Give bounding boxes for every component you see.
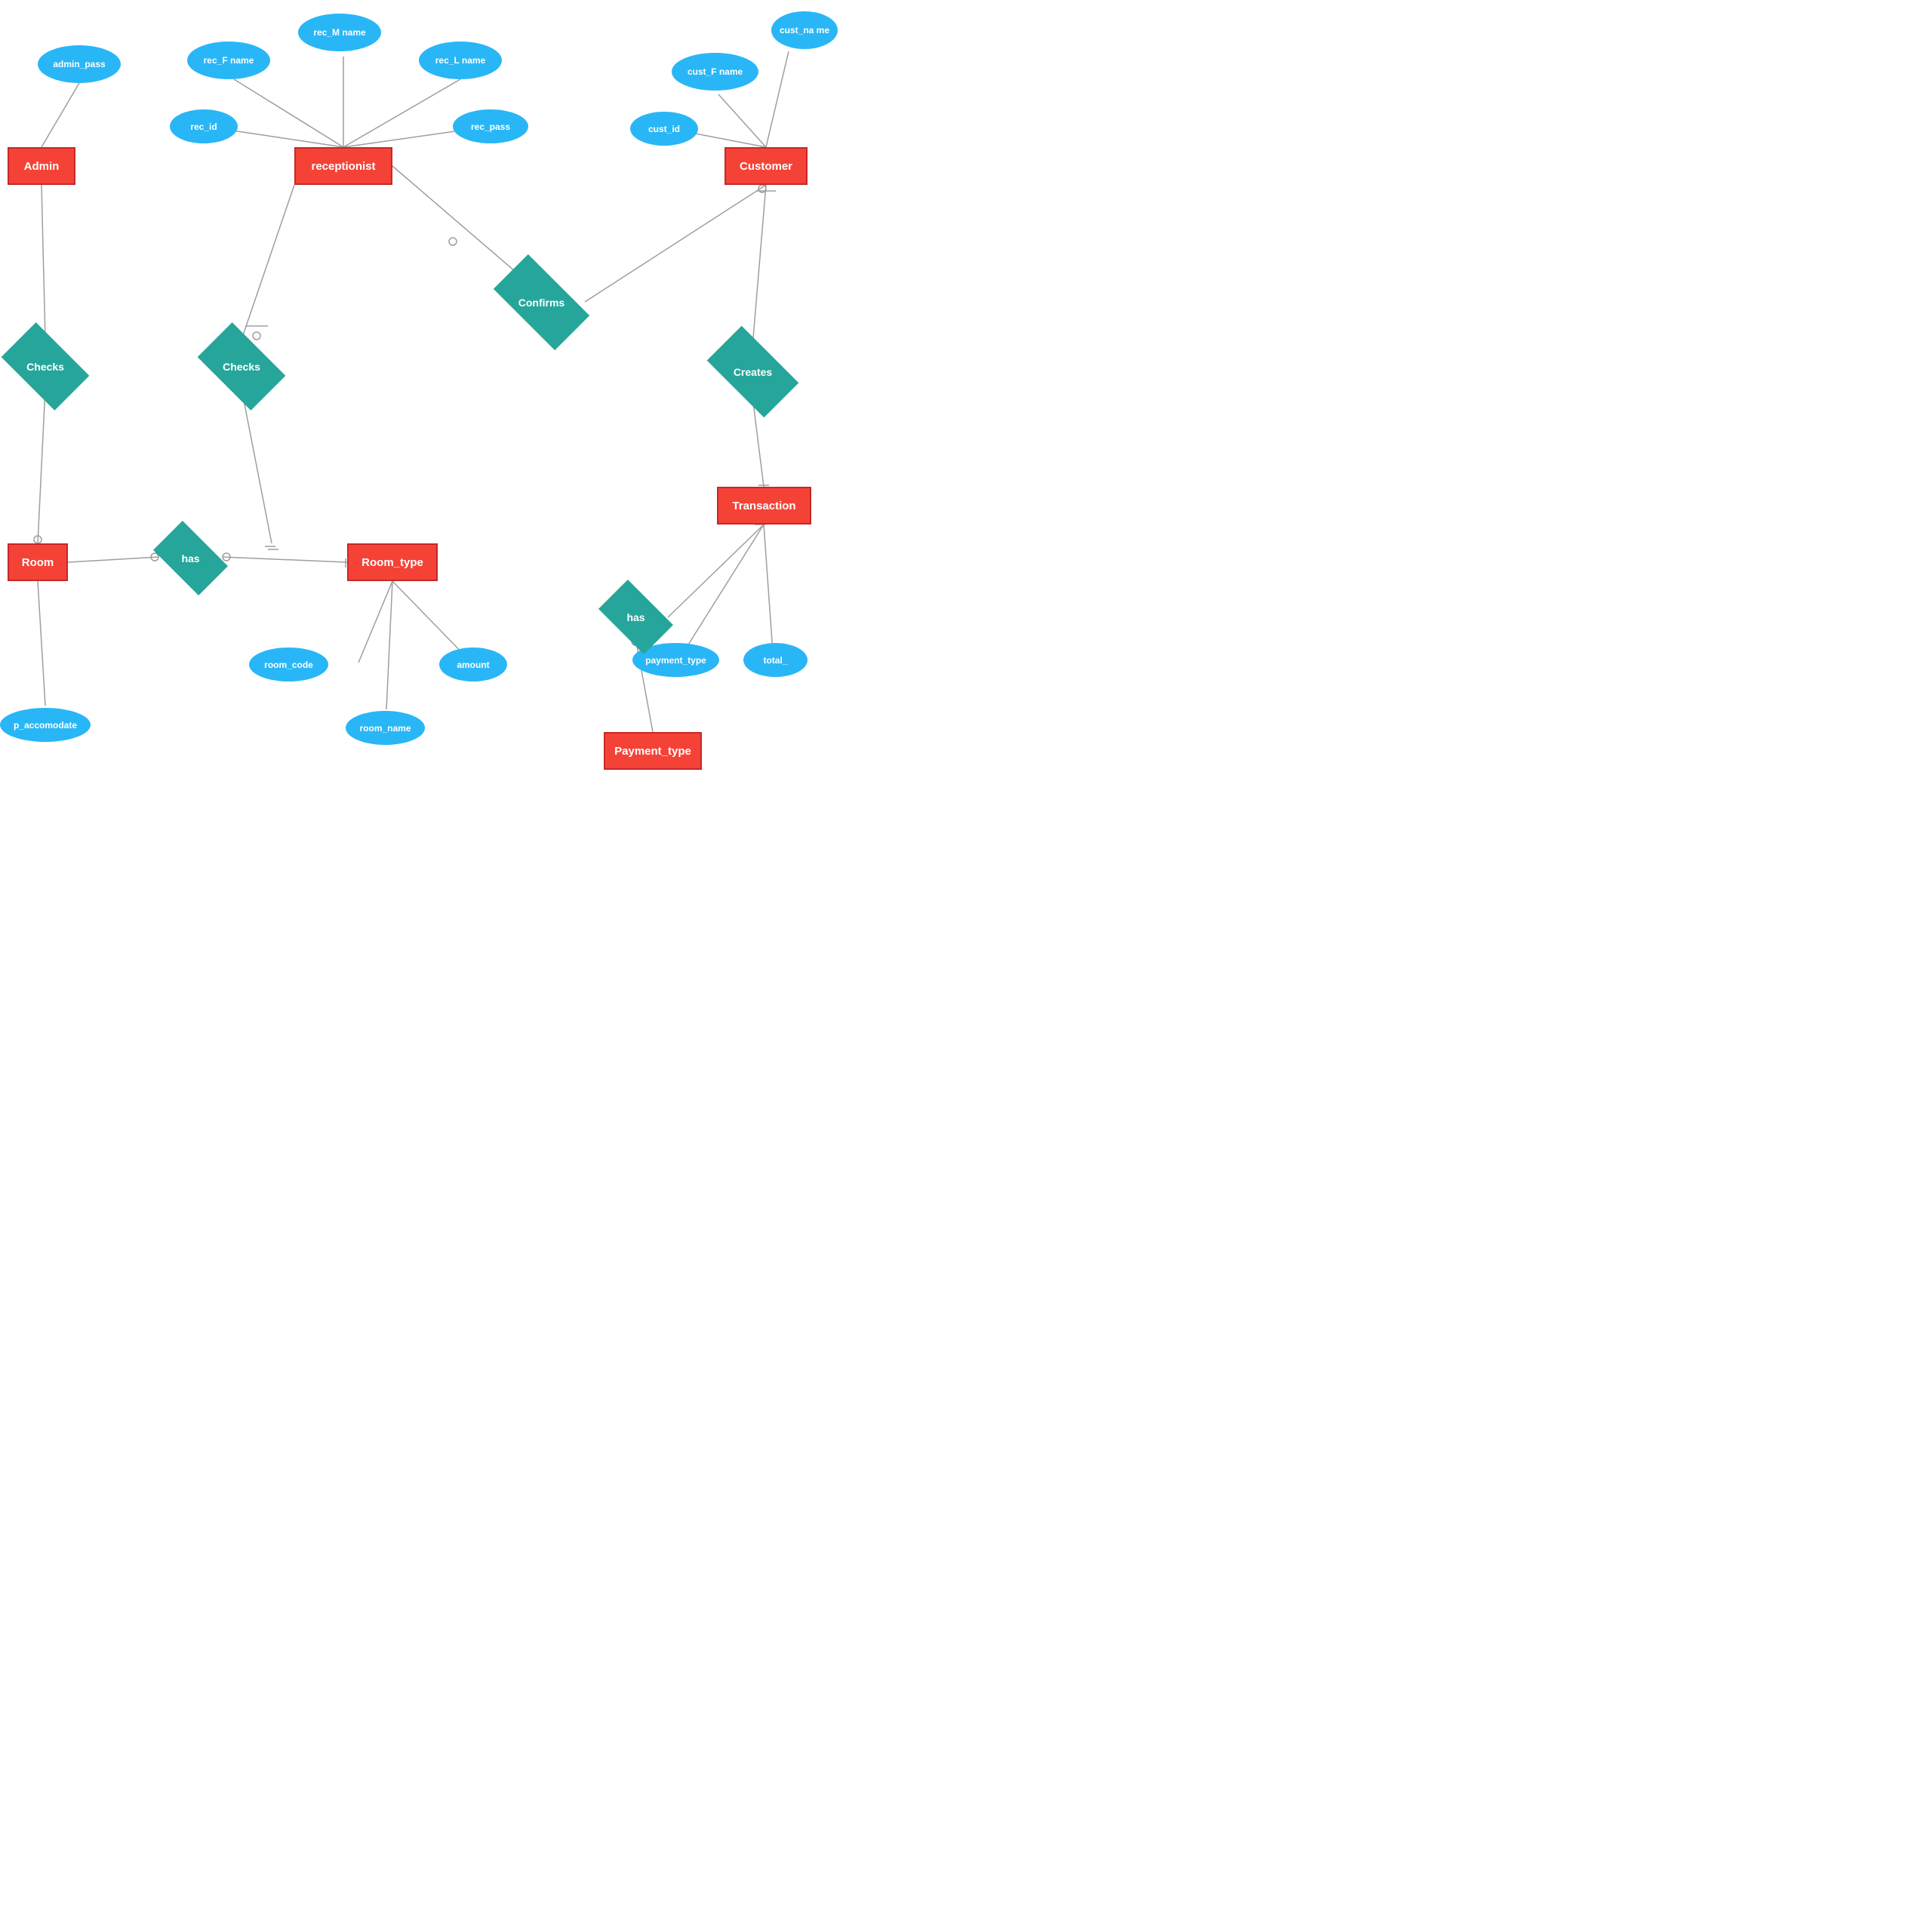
admin-pass-attr: admin_pass xyxy=(38,45,121,83)
admin-entity: Admin xyxy=(8,147,75,185)
payment-type-entity: Payment_type xyxy=(604,732,702,770)
cust-id-attr: cust_id xyxy=(630,112,698,146)
room-name-attr: room_name xyxy=(346,711,425,745)
transaction-entity: Transaction xyxy=(717,487,811,525)
total-amount-attr: total_ xyxy=(743,643,808,677)
p-accomodate-attr: p_accomodate xyxy=(0,708,91,742)
rec-l-name-attr: rec_L name xyxy=(419,42,502,79)
room-code-attr: room_code xyxy=(249,648,328,681)
receptionist-entity: receptionist xyxy=(294,147,392,185)
confirms-relationship: Confirms xyxy=(498,278,585,327)
cust-f-name-attr: cust_F name xyxy=(672,53,758,91)
rec-pass-attr: rec_pass xyxy=(453,109,528,143)
checks-rec-relationship: Checks xyxy=(204,342,279,391)
room-entity: Room xyxy=(8,543,68,581)
has-room-relationship: has xyxy=(158,537,223,579)
amount-attr: amount xyxy=(439,648,507,681)
rec-f-name-attr: rec_F name xyxy=(187,42,270,79)
customer-entity: Customer xyxy=(724,147,808,185)
er-diagram: Admin receptionist Customer Room Room_ty… xyxy=(0,0,815,815)
rec-id-attr: rec_id xyxy=(170,109,238,143)
cust-name-attr: cust_na me xyxy=(771,11,838,49)
rec-m-name-attr: rec_M name xyxy=(298,14,381,51)
room-type-entity: Room_type xyxy=(347,543,438,581)
checks-admin-relationship: Checks xyxy=(8,342,83,391)
has-transaction-relationship: has xyxy=(604,596,668,638)
creates-relationship: Creates xyxy=(712,347,793,396)
